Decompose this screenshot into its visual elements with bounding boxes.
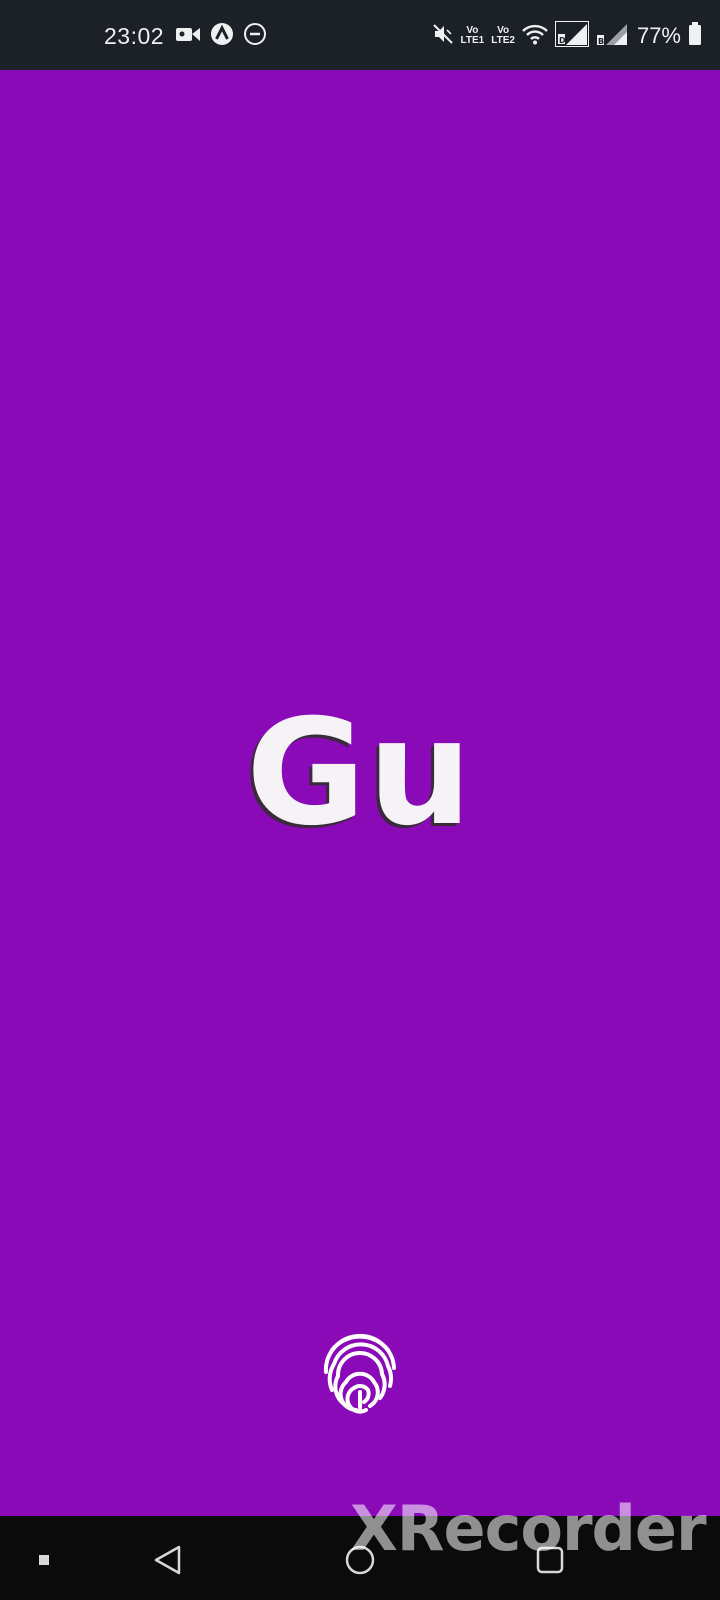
app-logo: Gu xyxy=(246,688,474,858)
wifi-icon xyxy=(522,23,548,50)
vpn-icon xyxy=(210,22,234,51)
splash-screen: 23:02 Vo LTE1 Vo LTE2 D B 77% Gu XRecord… xyxy=(0,0,720,1600)
status-bar: 23:02 Vo LTE1 Vo LTE2 D B 77% xyxy=(0,0,720,70)
svg-text:B: B xyxy=(598,37,604,46)
clock: 23:02 xyxy=(104,22,165,49)
fingerprint-icon[interactable] xyxy=(322,1328,398,1414)
signal-sim1-icon: D xyxy=(554,20,589,52)
volte2-bottom: LTE2 xyxy=(491,35,515,46)
back-icon[interactable] xyxy=(146,1538,190,1582)
volte1-indicator: Vo LTE1 xyxy=(461,26,485,46)
status-left: 23:02 xyxy=(104,20,267,52)
volte2-indicator: Vo LTE2 xyxy=(491,26,515,46)
video-camera-icon xyxy=(175,24,201,49)
recent-apps-icon[interactable] xyxy=(22,1538,66,1582)
volte1-bottom: LTE1 xyxy=(460,35,485,46)
status-right: Vo LTE1 Vo LTE2 D B 77% xyxy=(432,20,702,52)
signal-sim2-icon: B xyxy=(596,22,628,51)
battery-icon xyxy=(688,21,702,51)
battery-percent: 77% xyxy=(636,23,681,48)
do-not-disturb-icon xyxy=(243,22,267,51)
svg-text:D: D xyxy=(559,36,566,45)
mute-icon xyxy=(432,23,454,50)
recorder-watermark: XRecorder xyxy=(350,1492,707,1565)
